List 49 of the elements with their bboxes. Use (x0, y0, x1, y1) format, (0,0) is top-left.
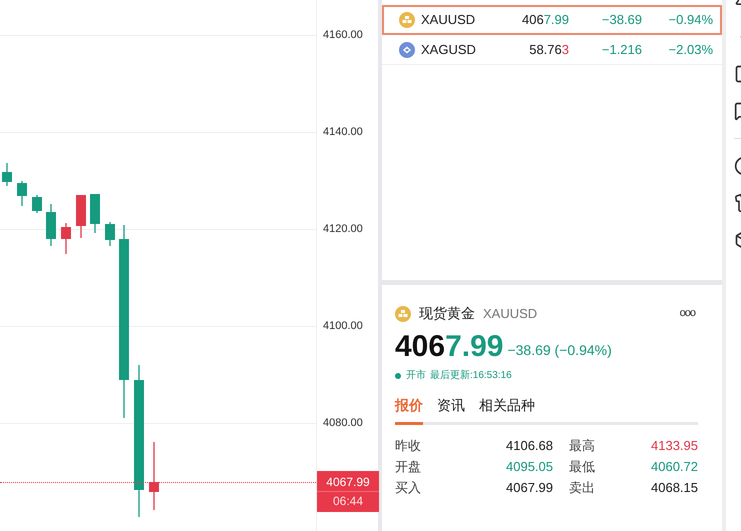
stat-label: 昨收 (395, 437, 422, 455)
stat-label: 最高 (569, 437, 596, 455)
bullion-icon (399, 12, 415, 28)
axis-label: 4140.00 (323, 127, 363, 138)
axis-label: 4080.00 (323, 418, 363, 429)
market-status: 开市 (406, 368, 426, 383)
price-tag-value: 4067.99 (326, 474, 370, 491)
change: −1.216 (600, 40, 642, 59)
watchlist-row[interactable]: XAUUSD 4067.99 −38.69 −0.94% (382, 5, 722, 35)
candle (61, 223, 71, 254)
change: −38.69 (600, 11, 642, 30)
symbol: XAUUSD (421, 11, 476, 30)
stat-value: 4095.05 (505, 458, 553, 476)
instrument-name: 现货黄金 (419, 304, 475, 323)
candle (76, 195, 86, 238)
change-percent: −2.03% (668, 40, 713, 59)
candle (105, 222, 115, 246)
more-button[interactable]: ooo (680, 308, 695, 319)
candle (46, 204, 56, 246)
last-update: 最后更新:16:53:16 (430, 368, 512, 383)
diamond-coin-icon (399, 42, 415, 58)
axis-label: 4100.00 (323, 321, 363, 332)
stat-label: 开盘 (395, 458, 422, 476)
stat-value: 4068.15 (650, 479, 698, 497)
change-percent: −0.94% (668, 11, 713, 30)
candle (149, 442, 159, 510)
stat-value: 4067.99 (505, 479, 553, 497)
stat-value: 4133.95 (650, 437, 698, 455)
stat-value: 4106.68 (505, 437, 553, 455)
tab[interactable]: 资讯 (437, 395, 465, 425)
bullion-icon (395, 306, 411, 322)
big-price: 4067.99 (395, 330, 504, 364)
candle (90, 194, 100, 233)
axis-label: 4120.00 (323, 224, 363, 235)
axis-label: 4160.00 (323, 30, 363, 41)
stat-label: 卖出 (569, 479, 596, 497)
price-change: −38.69 (−0.94%) (507, 341, 612, 360)
symbol: XAGUSD (421, 40, 477, 59)
price: 58.763 (528, 40, 569, 59)
watchlist-row[interactable]: XAGUSD 58.763 −1.216 −2.03% (382, 35, 722, 65)
price: 4067.99 (520, 11, 569, 30)
candle (17, 181, 27, 206)
instrument-symbol: XAUUSD (483, 304, 538, 323)
stat-value: 4060.72 (650, 458, 698, 476)
stat-label: 最低 (569, 458, 596, 476)
candle (32, 195, 42, 213)
candle (2, 163, 12, 186)
stat-label: 买入 (395, 479, 422, 497)
tab[interactable]: 相关品种 (479, 395, 535, 425)
